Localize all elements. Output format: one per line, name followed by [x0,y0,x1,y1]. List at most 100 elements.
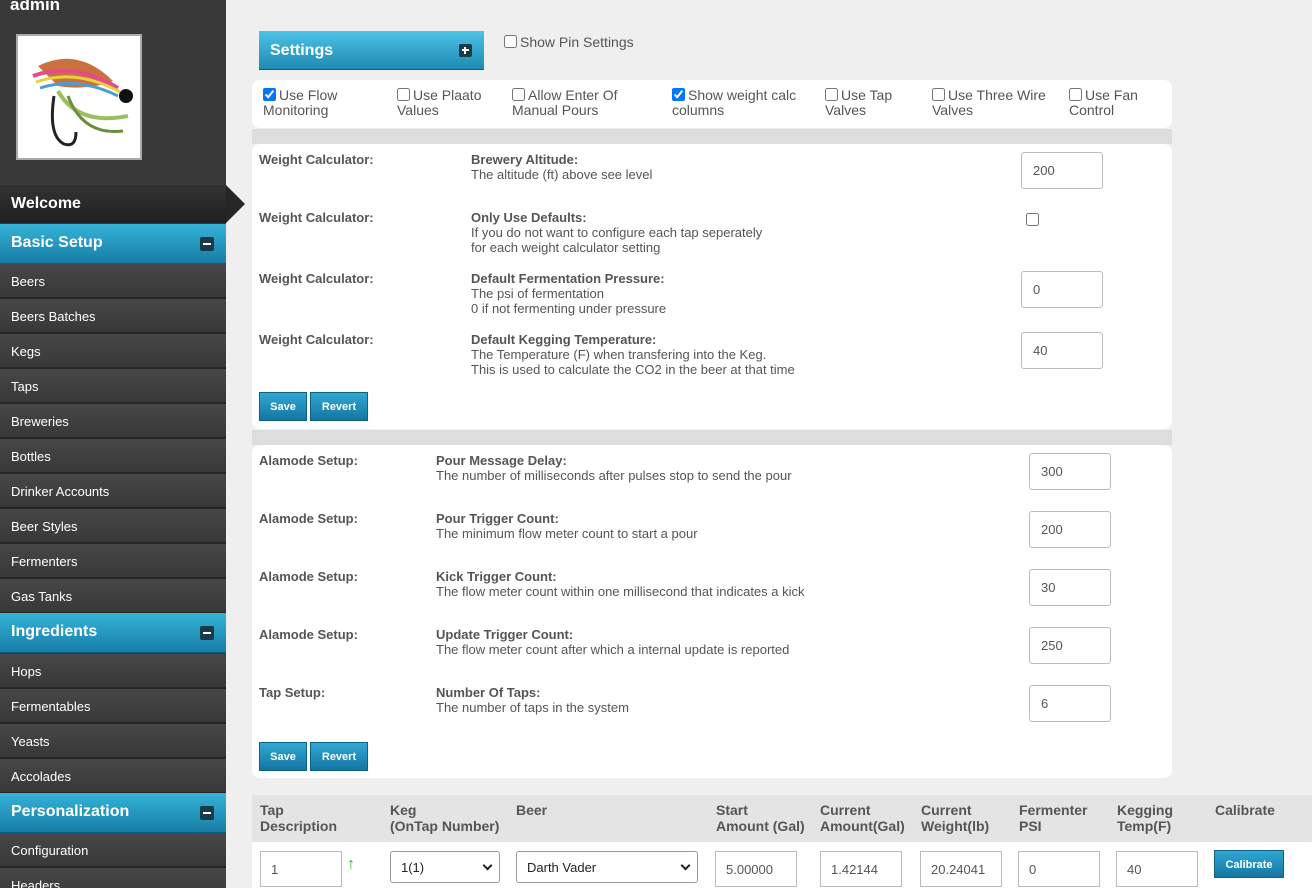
kegging-temp-input[interactable]: 40 [1116,851,1198,887]
divider [252,129,1172,144]
collapse-icon[interactable] [200,626,214,640]
option-checkbox[interactable] [1069,88,1082,101]
settings-toggle-button[interactable]: Settings [259,31,484,70]
current-amount-input[interactable]: 1.42144 [820,851,902,887]
row-desc: The Temperature (F) when transfering int… [471,347,767,362]
sidebar-item-configuration[interactable]: Configuration [0,833,226,868]
sidebar-item-accolades[interactable]: Accolades [0,759,226,794]
pour-trigger-count-title: Pour Trigger Count: [436,511,559,526]
divider [252,430,1172,445]
row-label: Weight Calculator: [259,152,374,167]
fermentation-pressure-input[interactable]: 0 [1021,271,1103,308]
expand-icon [459,44,472,57]
option-use-plaato-values[interactable]: Use Plaato Values [397,88,497,118]
option-show-weight-calc[interactable]: Show weight calc columns [672,88,812,118]
sidebar-item-beers-batches[interactable]: Beers Batches [0,299,226,334]
pour-message-delay-title: Pour Message Delay: [436,453,567,468]
row-desc: The psi of fermentation [471,286,604,301]
sidebar-item-kegs[interactable]: Kegs [0,334,226,369]
tap-description-input[interactable]: 1 [260,851,342,887]
brewery-altitude-input[interactable]: 200 [1021,152,1103,189]
sidebar-item-fermenters[interactable]: Fermenters [0,544,226,579]
kegging-temperature-input[interactable]: 40 [1021,332,1103,369]
header-kegging-temp: Kegging Temp(F) [1117,802,1173,834]
show-pin-settings-label: Show Pin Settings [520,34,634,50]
calibrate-button[interactable]: Calibrate [1214,850,1284,878]
current-weight-input[interactable]: 20.24041 [920,851,1002,887]
only-use-defaults-checkbox[interactable] [1026,213,1039,226]
update-trigger-count-title: Update Trigger Count: [436,627,574,642]
row-desc: The flow meter count within one millisec… [436,584,805,599]
only-use-defaults-title: Only Use Defaults: [471,210,587,225]
option-allow-manual-pours[interactable]: Allow Enter Of Manual Pours [512,88,642,118]
section-ingredients[interactable]: Ingredients [0,613,226,653]
option-checkbox[interactable] [825,88,838,101]
collapse-icon[interactable] [200,806,214,820]
option-use-fan-control[interactable]: Use Fan Control [1069,88,1159,118]
row-label: Alamode Setup: [259,453,358,468]
keg-select[interactable]: 1(1) [390,851,500,883]
kick-trigger-count-title: Kick Trigger Count: [436,569,557,584]
table-row: 1 ↑ 1(1) Darth Vader 5.00000 1.42144 20.… [252,842,1312,888]
pour-message-delay-input[interactable]: 300 [1029,453,1111,490]
option-checkbox[interactable] [672,88,685,101]
row-title: Kick Trigger Count: The flow meter count… [436,569,805,599]
sidebar-welcome[interactable]: Welcome [0,185,226,223]
section-basic-setup[interactable]: Basic Setup [0,224,226,264]
avatar [16,34,142,160]
collapse-icon[interactable] [200,237,214,251]
option-label: Allow Enter Of Manual Pours [512,87,618,118]
fermenter-psi-input[interactable]: 0 [1018,851,1100,887]
option-use-flow-monitoring[interactable]: Use Flow Monitoring [263,88,383,118]
option-checkbox[interactable] [263,88,276,101]
beer-select[interactable]: Darth Vader [516,851,698,883]
sidebar-item-fermentables[interactable]: Fermentables [0,689,226,724]
brewery-altitude-title: Brewery Altitude: [471,152,579,167]
revert-button[interactable]: Revert [310,742,368,771]
start-amount-input[interactable]: 5.00000 [715,851,797,887]
section-personalization[interactable]: Personalization [0,793,226,833]
row-desc: This is used to calculate the CO2 in the… [471,362,795,377]
sidebar-item-beers[interactable]: Beers [0,264,226,299]
show-pin-settings-checkbox[interactable] [504,35,517,48]
arrow-up-icon[interactable]: ↑ [347,856,355,874]
row-title: Update Trigger Count: The flow meter cou… [436,627,789,657]
row-desc: The minimum flow meter count to start a … [436,526,698,541]
sidebar-item-bottles[interactable]: Bottles [0,439,226,474]
sidebar-item-gas-tanks[interactable]: Gas Tanks [0,579,226,614]
username: admin [10,0,61,14]
row-title: Pour Message Delay: The number of millis… [436,453,792,483]
option-checkbox[interactable] [512,88,525,101]
weight-calculator-panel: Weight Calculator: Brewery Altitude: The… [252,144,1172,429]
sidebar-item-drinker-accounts[interactable]: Drinker Accounts [0,474,226,509]
show-pin-settings[interactable]: Show Pin Settings [504,34,634,50]
save-button[interactable]: Save [259,742,307,771]
header-keg: Keg (OnTap Number) [390,802,500,834]
sidebar-item-hops[interactable]: Hops [0,654,226,689]
row-label: Weight Calculator: [259,210,374,225]
pour-trigger-count-input[interactable]: 200 [1029,511,1111,548]
chevron-down-icon [680,860,691,871]
row-label: Tap Setup: [259,685,326,700]
section-title: Personalization [11,803,130,820]
main-content: Settings Show Pin Settings Use Flow Moni… [226,0,1312,888]
option-use-three-wire-valves[interactable]: Use Three Wire Valves [932,88,1062,118]
row-title: Brewery Altitude: The altitude (ft) abov… [471,152,652,182]
sidebar-item-yeasts[interactable]: Yeasts [0,724,226,759]
beer-select-value: Darth Vader [527,860,597,875]
revert-button[interactable]: Revert [310,392,368,421]
option-checkbox[interactable] [397,88,410,101]
option-use-tap-valves[interactable]: Use Tap Valves [825,88,910,118]
update-trigger-count-input[interactable]: 250 [1029,627,1111,664]
number-of-taps-input[interactable]: 6 [1029,685,1111,722]
option-checkbox[interactable] [932,88,945,101]
sidebar-item-headers[interactable]: Headers [0,868,226,888]
header-beer: Beer [516,802,548,818]
save-button[interactable]: Save [259,392,307,421]
sidebar-item-taps[interactable]: Taps [0,369,226,404]
kick-trigger-count-input[interactable]: 30 [1029,569,1111,606]
sidebar-item-beer-styles[interactable]: Beer Styles [0,509,226,544]
fermentation-pressure-title: Default Fermentation Pressure: [471,271,665,286]
row-desc: The flow meter count after which a inter… [436,642,790,657]
sidebar-item-breweries[interactable]: Breweries [0,404,226,439]
